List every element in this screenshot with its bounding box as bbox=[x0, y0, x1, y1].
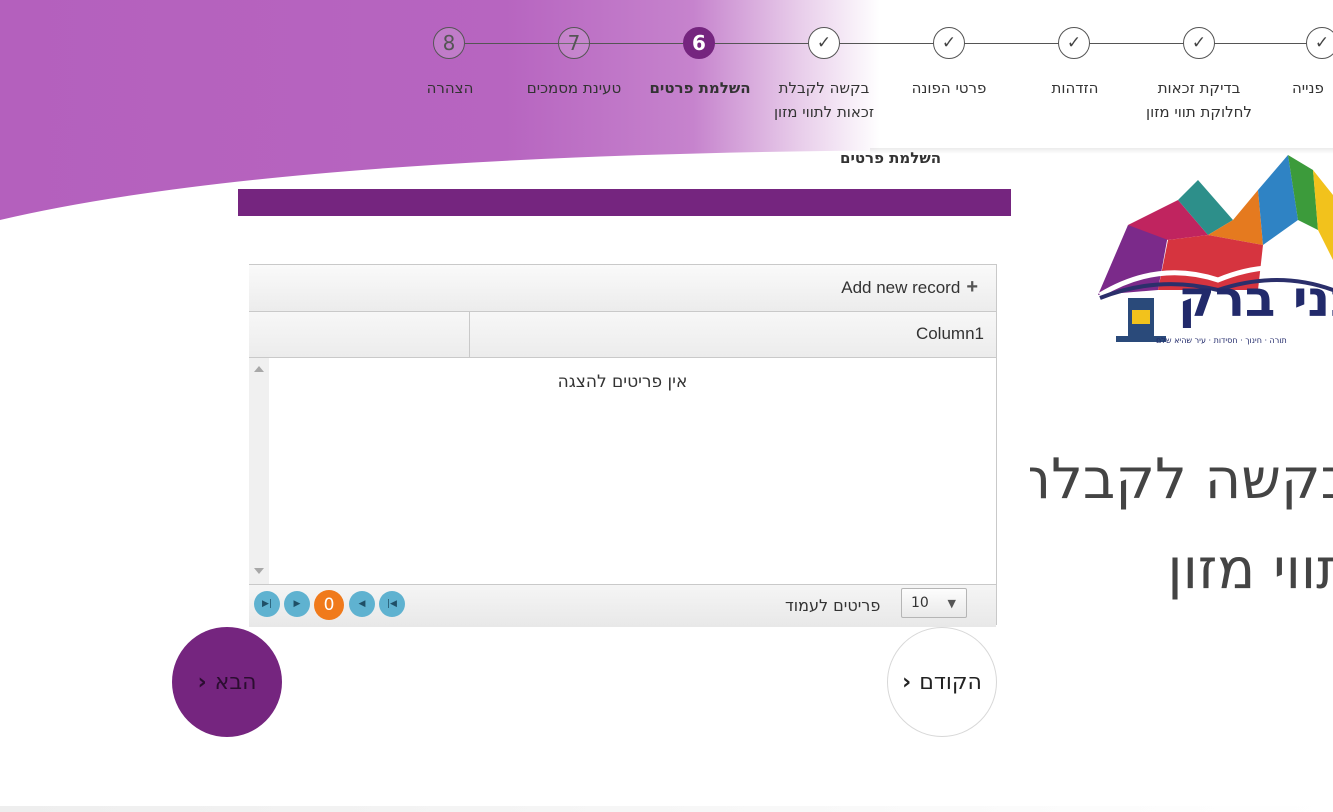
step-4-check-icon[interactable]: ✓ bbox=[933, 27, 965, 59]
step-2-label: בדיקת זכאות לחלוקת תווי מזון bbox=[1136, 76, 1262, 124]
previous-button[interactable]: הקודם ‹ bbox=[887, 627, 997, 737]
pager-next-icon[interactable]: ▶ bbox=[284, 591, 310, 617]
step-5-label-line1: בקשה לקבלת bbox=[778, 79, 870, 97]
page-size-select[interactable]: 10 ▼ bbox=[901, 588, 967, 618]
chevron-left-icon: ‹ bbox=[197, 669, 207, 695]
logo-subtitle: תורה · חינוך · חסידות · עיר שהיא שלם bbox=[1156, 336, 1287, 345]
step-2-label-line2: לחלוקת תווי מזון bbox=[1146, 103, 1252, 121]
step-2-label-line1: בדיקת זכאות bbox=[1157, 79, 1241, 97]
column-header-column1[interactable]: Column1 bbox=[916, 324, 984, 344]
next-button[interactable]: הבא ‹ bbox=[172, 627, 282, 737]
section-title: השלמת פרטים bbox=[840, 149, 942, 167]
pager-prev-icon[interactable]: ◀ bbox=[349, 591, 375, 617]
page-heading-line1: בקשה לקבלת bbox=[1030, 447, 1333, 512]
plus-icon: + bbox=[966, 276, 978, 298]
step-2-check-icon[interactable]: ✓ bbox=[1183, 27, 1215, 59]
step-6-label: השלמת פרטים bbox=[649, 79, 751, 97]
pager-last-icon[interactable]: ▶| bbox=[254, 591, 280, 617]
section-bar bbox=[238, 189, 1011, 216]
step-5-label: בקשה לקבלת זכאות לתווי מזון bbox=[762, 76, 886, 124]
page-heading: בקשה לקבלת תווי מזון bbox=[1030, 435, 1333, 615]
scroll-down-arrow-icon[interactable] bbox=[254, 568, 264, 574]
step-6-circle: 6 bbox=[683, 27, 715, 59]
page-size-value: 10 bbox=[911, 595, 929, 611]
dropdown-arrow-icon: ▼ bbox=[947, 596, 956, 610]
previous-label: הקודם bbox=[919, 669, 982, 695]
step-3-check-icon[interactable]: ✓ bbox=[1058, 27, 1090, 59]
pager-current-page[interactable]: 0 bbox=[314, 590, 344, 620]
step-3-label: הזדהות bbox=[1051, 79, 1099, 97]
grid-toolbar: + Add new record bbox=[249, 265, 996, 312]
step-5-check-icon[interactable]: ✓ bbox=[808, 27, 840, 59]
records-grid: + Add new record Column1 אין פריטים להצג… bbox=[249, 264, 997, 627]
pager-first-icon[interactable]: |◀ bbox=[379, 591, 405, 617]
step-7-circle: 7 bbox=[558, 27, 590, 59]
step-8-circle: 8 bbox=[433, 27, 465, 59]
step-1-label: פנייה bbox=[1292, 79, 1324, 97]
step-4-label: פרטי הפונה bbox=[911, 79, 987, 97]
add-new-record-button[interactable]: + Add new record bbox=[841, 276, 978, 299]
empty-message: אין פריטים להצגה bbox=[557, 372, 688, 392]
step-8-label: הצהרה bbox=[426, 79, 474, 97]
logo-text: בני ברק bbox=[1178, 270, 1333, 328]
grid-header: Column1 bbox=[249, 312, 996, 358]
step-5-label-line2: זכאות לתווי מזון bbox=[773, 103, 875, 121]
page-heading-line2: תווי מזון bbox=[1167, 537, 1333, 602]
bottom-strip bbox=[0, 806, 1333, 812]
step-1-check-icon[interactable]: ✓ bbox=[1306, 27, 1333, 59]
chevron-left-icon: ‹ bbox=[902, 669, 912, 695]
column-divider bbox=[469, 312, 470, 357]
grid-body: אין פריטים להצגה bbox=[249, 358, 996, 585]
next-label: הבא bbox=[214, 669, 257, 695]
page-size-label: פריטים לעמוד bbox=[785, 596, 881, 615]
step-7-label: טעינת מסמכים bbox=[526, 79, 622, 97]
add-new-record-label: Add new record bbox=[841, 277, 961, 297]
grid-pager: ▶| ▶ 0 ◀ |◀ פריטים לעמוד 10 ▼ bbox=[249, 585, 996, 627]
city-logo: בני ברק תורה · חינוך · חסידות · עיר שהיא… bbox=[1098, 150, 1333, 350]
